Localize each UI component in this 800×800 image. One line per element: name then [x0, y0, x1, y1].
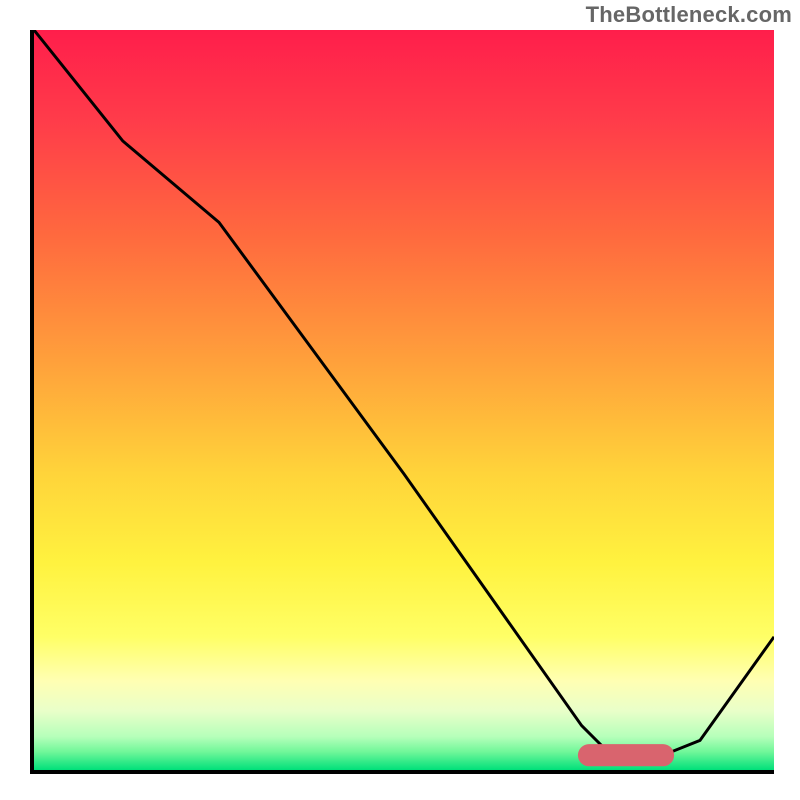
- chart-container: TheBottleneck.com: [0, 0, 800, 800]
- plot-area: [30, 30, 774, 774]
- marker-layer: [34, 30, 774, 770]
- watermark-text: TheBottleneck.com: [586, 2, 792, 28]
